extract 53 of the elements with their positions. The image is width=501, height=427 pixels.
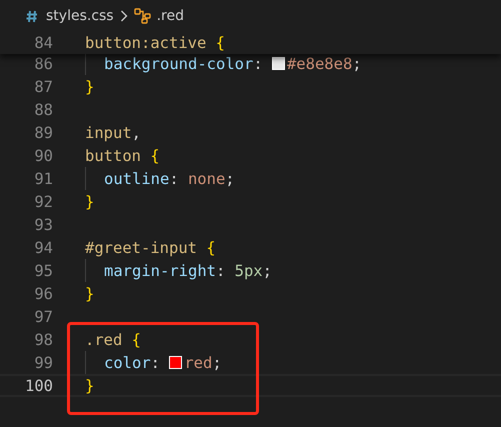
brace-text: { <box>132 330 141 348</box>
color-swatch[interactable] <box>169 356 182 369</box>
selector-text: button <box>85 146 141 164</box>
line-number: 93 <box>33 216 53 234</box>
line-number: 99 <box>33 354 53 372</box>
value-text: #e8e8e8 <box>286 54 352 72</box>
punctuation-text: ; <box>225 170 235 188</box>
brace-text: } <box>85 376 94 394</box>
line-number: 91 <box>33 170 53 188</box>
brace-text: } <box>85 78 94 96</box>
line-number: 94 <box>33 238 53 256</box>
punctuation-text: , <box>132 124 142 142</box>
color-swatch[interactable] <box>272 57 285 70</box>
line-number: 100 <box>24 376 53 394</box>
line-number: 89 <box>33 124 53 142</box>
colon-text: : <box>216 262 226 280</box>
line-number: 98 <box>33 330 53 348</box>
property-text: margin-right <box>104 262 216 280</box>
brace-text: } <box>85 284 94 302</box>
property-text: outline <box>104 170 170 188</box>
hash-icon <box>26 10 38 22</box>
line-number: 90 <box>33 146 53 164</box>
brace-text: } <box>85 192 94 210</box>
line-number: 86 <box>33 54 53 72</box>
punctuation-text: ; <box>352 54 362 72</box>
line-number: 92 <box>33 192 53 210</box>
symbol-breadcrumb[interactable]: .red <box>156 8 184 24</box>
brace-text: { <box>150 146 160 164</box>
line-number: 97 <box>33 308 53 326</box>
colon-text: : <box>150 354 160 372</box>
brace-text: { <box>216 34 225 52</box>
selector-text: button:active <box>85 34 206 52</box>
property-text: background-color <box>104 54 254 72</box>
punctuation-text: ; <box>262 262 272 280</box>
value-text: none <box>188 170 226 188</box>
number-text: 5px <box>234 262 263 280</box>
line-number: 95 <box>33 262 53 280</box>
value-text: red <box>184 354 212 372</box>
line-number: 84 <box>33 34 53 52</box>
brace-text: { <box>206 238 216 256</box>
line-number: 88 <box>33 100 53 118</box>
symbol-icon <box>134 8 151 24</box>
colon-text: : <box>253 54 263 72</box>
property-text: color <box>104 354 151 372</box>
selector-text: input <box>85 124 132 142</box>
colon-text: : <box>169 170 179 188</box>
selector-text: .red <box>85 330 122 348</box>
line-number: 87 <box>33 78 53 96</box>
file-breadcrumb[interactable]: styles.css <box>46 8 114 24</box>
chevron-icon <box>120 10 128 22</box>
selector-text: #greet-input <box>85 238 197 256</box>
line-number: 96 <box>33 284 53 302</box>
punctuation-text: ; <box>212 354 222 372</box>
